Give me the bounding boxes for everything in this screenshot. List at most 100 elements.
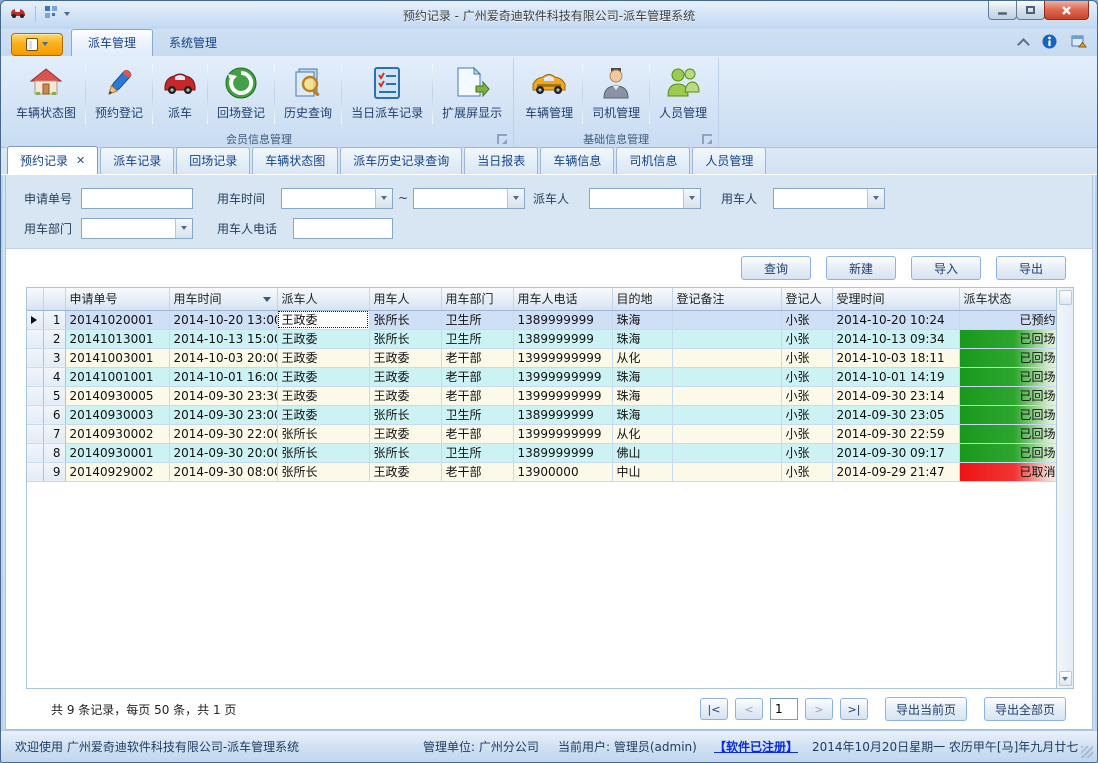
remark-cell[interactable] [672, 405, 781, 424]
table-row[interactable]: 1 20141020001 2014-10-20 13:00 王政委 张所长 卫… [27, 310, 1057, 329]
table-row[interactable]: 9 20140929002 2014-09-30 08:00 张所长 王政委 老… [27, 462, 1057, 481]
registrar-cell[interactable]: 小张 [781, 386, 832, 405]
order-no-cell[interactable]: 20141003001 [65, 348, 169, 367]
col-header-phone[interactable]: 用车人电话 [513, 288, 612, 310]
first-page-button[interactable]: |< [700, 698, 728, 720]
col-header-use-time[interactable]: 用车时间 [169, 288, 277, 310]
dispatcher-cell[interactable]: 王政委 [277, 405, 369, 424]
destination-cell[interactable]: 从化 [612, 348, 672, 367]
order-no-input[interactable] [81, 188, 193, 209]
maximize-button[interactable] [1016, 1, 1045, 20]
remark-cell[interactable] [672, 329, 781, 348]
quick-access-layout-icon[interactable] [44, 5, 58, 22]
table-row[interactable]: 8 20140930001 2014-09-30 20:00 张所长 张所长 卫… [27, 443, 1057, 462]
col-header-order-no[interactable]: 申请单号 [65, 288, 169, 310]
dispatch-button[interactable]: 派车 [153, 58, 207, 130]
dispatcher-cell[interactable]: 王政委 [277, 386, 369, 405]
table-row[interactable]: 6 20140930003 2014-09-30 23:00 王政委 张所长 卫… [27, 405, 1057, 424]
doc-tab-return-records[interactable]: 回场记录 [176, 147, 250, 174]
order-no-cell[interactable]: 20140930003 [65, 405, 169, 424]
order-no-cell[interactable]: 20141020001 [65, 310, 169, 329]
doc-tab-daily-report[interactable]: 当日报表 [464, 147, 538, 174]
dept-cell[interactable]: 卫生所 [441, 405, 513, 424]
phone-cell[interactable]: 1389999999 [513, 310, 612, 329]
page-number-input[interactable]: 1 [770, 698, 798, 720]
import-button[interactable]: 导入 [911, 256, 981, 280]
col-header-status[interactable]: 派车状态 [959, 288, 1057, 310]
accept-time-cell[interactable]: 2014-10-20 10:24 [832, 310, 959, 329]
phone-cell[interactable]: 13900000 [513, 462, 612, 481]
accept-time-cell[interactable]: 2014-10-03 18:11 [832, 348, 959, 367]
dept-cell[interactable]: 卫生所 [441, 329, 513, 348]
col-header-remark[interactable]: 登记备注 [672, 288, 781, 310]
minimize-button[interactable] [988, 1, 1017, 20]
dispatcher-cell[interactable]: 张所长 [277, 462, 369, 481]
status-cell[interactable]: 已回场 [959, 348, 1057, 367]
registrar-cell[interactable]: 小张 [781, 348, 832, 367]
phone-cell[interactable]: 1389999999 [513, 443, 612, 462]
extend-screen-button[interactable]: 扩展屏显示 [433, 58, 511, 130]
doc-tab-vehicle-info[interactable]: 车辆信息 [540, 147, 614, 174]
table-row[interactable]: 5 20140930005 2014-09-30 23:30 王政委 王政委 老… [27, 386, 1057, 405]
vertical-scrollbar[interactable] [1057, 287, 1074, 689]
personnel-manage-button[interactable]: 人员管理 [650, 58, 716, 130]
dept-dropdown[interactable] [81, 218, 193, 239]
status-cell[interactable]: 已预约 [959, 310, 1057, 329]
prev-page-button[interactable]: < [735, 698, 763, 720]
dispatcher-dropdown[interactable] [589, 188, 701, 209]
phone-cell[interactable]: 1389999999 [513, 329, 612, 348]
order-no-cell[interactable]: 20140929002 [65, 462, 169, 481]
use-time-cell[interactable]: 2014-10-13 15:00 [169, 329, 277, 348]
user-cell[interactable]: 王政委 [369, 386, 441, 405]
today-dispatch-records-button[interactable]: 当日派车记录 [342, 58, 432, 130]
user-cell[interactable]: 王政委 [369, 367, 441, 386]
vehicle-manage-button[interactable]: 车辆管理 [516, 58, 582, 130]
dispatcher-cell[interactable]: 王政委 [277, 310, 369, 329]
dispatcher-cell[interactable]: 张所长 [277, 443, 369, 462]
dispatcher-cell[interactable]: 王政委 [277, 367, 369, 386]
quick-access-dropdown-icon[interactable] [64, 12, 70, 16]
use-time-to-dropdown[interactable] [413, 188, 525, 209]
use-time-cell[interactable]: 2014-09-30 22:00 [169, 424, 277, 443]
doc-tab-personnel[interactable]: 人员管理 [692, 147, 766, 174]
order-no-cell[interactable]: 20141013001 [65, 329, 169, 348]
accept-time-cell[interactable]: 2014-09-30 22:59 [832, 424, 959, 443]
application-menu-button[interactable] [11, 33, 63, 56]
remark-cell[interactable] [672, 424, 781, 443]
order-no-cell[interactable]: 20140930002 [65, 424, 169, 443]
user-cell[interactable]: 张所长 [369, 329, 441, 348]
registrar-cell[interactable]: 小张 [781, 462, 832, 481]
doc-tab-driver-info[interactable]: 司机信息 [616, 147, 690, 174]
use-time-from-dropdown[interactable] [281, 188, 393, 209]
registrar-cell[interactable]: 小张 [781, 424, 832, 443]
table-row[interactable]: 3 20141003001 2014-10-03 20:00 王政委 王政委 老… [27, 348, 1057, 367]
accept-time-cell[interactable]: 2014-09-30 23:05 [832, 405, 959, 424]
registrar-cell[interactable]: 小张 [781, 329, 832, 348]
phone-cell[interactable]: 13999999999 [513, 348, 612, 367]
remark-cell[interactable] [672, 462, 781, 481]
phone-cell[interactable]: 13999999999 [513, 386, 612, 405]
doc-tab-dispatch-records[interactable]: 派车记录 [100, 147, 174, 174]
dept-cell[interactable]: 老干部 [441, 367, 513, 386]
history-query-button[interactable]: 历史查询 [275, 58, 341, 130]
dept-cell[interactable]: 老干部 [441, 424, 513, 443]
return-register-button[interactable]: 回场登记 [208, 58, 274, 130]
user-cell[interactable]: 王政委 [369, 462, 441, 481]
col-header-accept-time[interactable]: 受理时间 [832, 288, 959, 310]
close-tab-icon[interactable]: ✕ [76, 154, 85, 167]
user-cell[interactable]: 王政委 [369, 424, 441, 443]
dept-cell[interactable]: 老干部 [441, 462, 513, 481]
table-row[interactable]: 7 20140930002 2014-09-30 22:00 张所长 王政委 老… [27, 424, 1057, 443]
info-icon[interactable] [1042, 34, 1057, 52]
dialog-launcher-icon[interactable] [497, 134, 507, 144]
destination-cell[interactable]: 珠海 [612, 405, 672, 424]
export-button[interactable]: 导出 [996, 256, 1066, 280]
car-user-dropdown[interactable] [773, 188, 885, 209]
use-time-cell[interactable]: 2014-10-03 20:00 [169, 348, 277, 367]
doc-tab-history-query[interactable]: 派车历史记录查询 [340, 147, 462, 174]
destination-cell[interactable]: 珠海 [612, 367, 672, 386]
dispatcher-cell[interactable]: 王政委 [277, 329, 369, 348]
phone-cell[interactable]: 13999999999 [513, 424, 612, 443]
last-page-button[interactable]: >| [840, 698, 868, 720]
new-button[interactable]: 新建 [826, 256, 896, 280]
